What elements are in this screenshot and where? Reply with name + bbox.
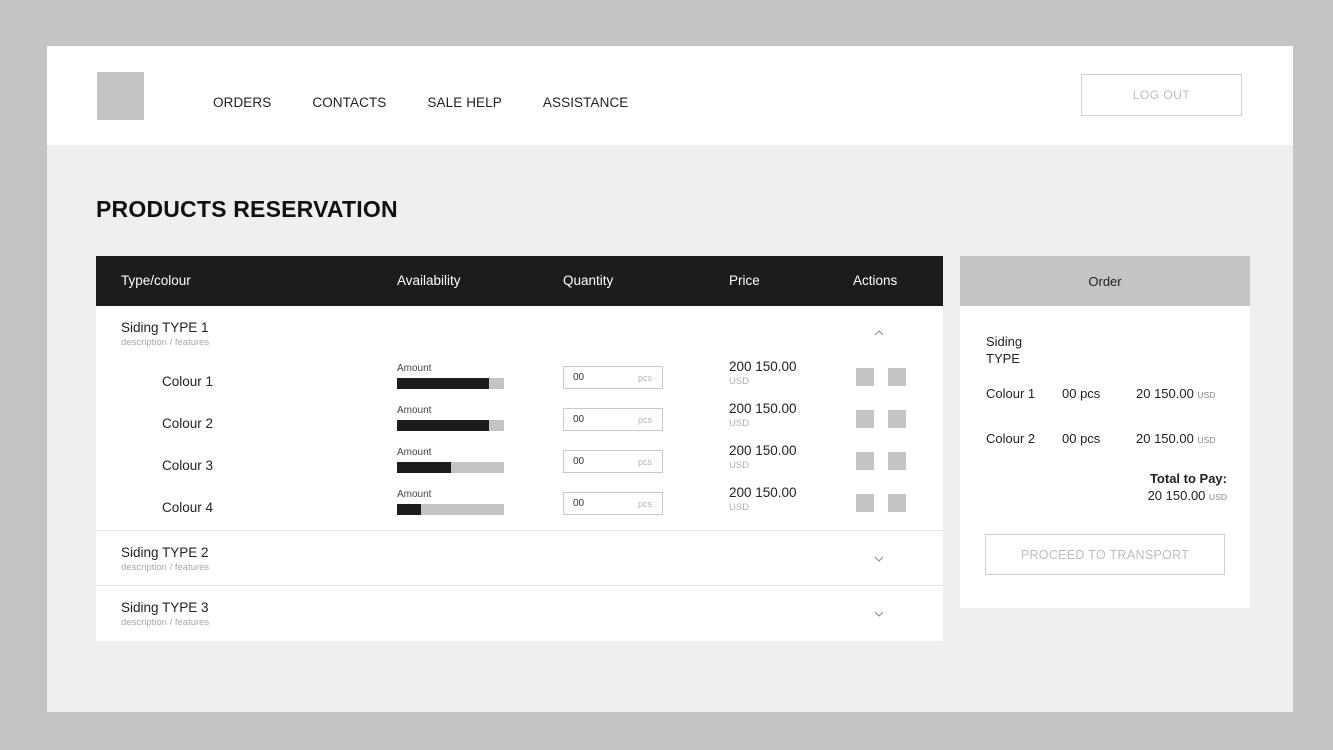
- amount-label: Amount: [397, 405, 432, 416]
- price-value: 200 150.00: [729, 359, 797, 374]
- quantity-unit: pcs: [637, 457, 652, 467]
- price-currency: USD: [729, 376, 750, 387]
- action-button-1[interactable]: [856, 368, 874, 386]
- availability-bar-fill: [397, 504, 421, 515]
- colour-name: Colour 1: [162, 374, 214, 389]
- proceed-to-transport-button[interactable]: PROCEED TO TRANSPORT: [985, 534, 1225, 575]
- quantity-value: 00: [573, 498, 585, 509]
- action-button-2[interactable]: [888, 368, 906, 386]
- total-value-wrap: 20 150.00 USD: [1148, 488, 1227, 503]
- chevron-down-icon[interactable]: [874, 611, 884, 617]
- order-line-pcs: 00 pcs: [1062, 386, 1101, 401]
- order-line-amount-wrap: 20 150.00 USD: [1136, 431, 1215, 446]
- colour-name: Colour 2: [162, 416, 214, 431]
- availability-bar-fill: [397, 420, 490, 431]
- group-description: description / features: [121, 562, 210, 573]
- top-bar: ORDERS CONTACTS SALE HELP ASSISTANCE LOG…: [47, 46, 1293, 145]
- order-summary: Order Siding TYPE Colour 1 00 pcs 20 150…: [960, 256, 1250, 608]
- action-button-2[interactable]: [888, 452, 906, 470]
- price-currency: USD: [729, 418, 750, 429]
- col-header-type: Type/colour: [121, 273, 191, 288]
- table-row: Colour 2 Amount 00 pcs 200 150.00 USD: [96, 401, 943, 447]
- table-body: Siding TYPE 1 description / features Col…: [96, 306, 943, 641]
- quantity-input[interactable]: 00 pcs: [563, 408, 663, 431]
- order-line-currency: USD: [1197, 390, 1216, 400]
- order-line-pcs: 00 pcs: [1062, 431, 1101, 446]
- group-title[interactable]: Siding TYPE 2: [121, 545, 209, 560]
- app-frame: ORDERS CONTACTS SALE HELP ASSISTANCE LOG…: [47, 46, 1293, 712]
- action-button-1[interactable]: [856, 410, 874, 428]
- order-line-colour: Colour 1: [986, 386, 1036, 401]
- order-line-amount: 20 150.00: [1136, 431, 1194, 446]
- price-currency: USD: [729, 460, 750, 471]
- price-value: 200 150.00: [729, 485, 797, 500]
- availability-bar: [397, 420, 504, 431]
- order-header: Order: [960, 256, 1250, 306]
- order-line-amount-wrap: 20 150.00 USD: [1136, 386, 1215, 401]
- action-button-2[interactable]: [888, 494, 906, 512]
- chevron-up-icon[interactable]: [874, 330, 884, 336]
- availability-bar-fill: [397, 462, 451, 473]
- quantity-unit: pcs: [637, 415, 652, 425]
- group-title[interactable]: Siding TYPE 3: [121, 600, 209, 615]
- product-group-type-3[interactable]: Siding TYPE 3 description / features: [96, 586, 943, 641]
- nav-item-contacts[interactable]: CONTACTS: [312, 95, 386, 110]
- total-label: Total to Pay:: [1149, 471, 1227, 486]
- availability-bar: [397, 504, 504, 515]
- page-title: PRODUCTS RESERVATION: [96, 196, 398, 222]
- quantity-input[interactable]: 00 pcs: [563, 366, 663, 389]
- group-description: description / features: [121, 337, 210, 348]
- total-currency: USD: [1209, 492, 1227, 502]
- action-button-1[interactable]: [856, 452, 874, 470]
- availability-bar-fill: [397, 378, 490, 389]
- col-header-price: Price: [729, 273, 760, 288]
- price-value: 200 150.00: [729, 443, 797, 458]
- nav-item-sale-help[interactable]: SALE HELP: [427, 95, 501, 110]
- col-header-quantity: Quantity: [563, 273, 614, 288]
- quantity-input[interactable]: 00 pcs: [563, 492, 663, 515]
- colour-name: Colour 3: [162, 458, 214, 473]
- col-header-actions: Actions: [853, 273, 898, 288]
- logo-placeholder[interactable]: [97, 72, 144, 120]
- quantity-input[interactable]: 00 pcs: [563, 450, 663, 473]
- action-button-1[interactable]: [856, 494, 874, 512]
- amount-label: Amount: [397, 489, 432, 500]
- amount-label: Amount: [397, 447, 432, 458]
- table-header: Type/colour Availability Quantity Price …: [96, 256, 943, 306]
- col-header-availability: Availability: [397, 273, 461, 288]
- main-nav: ORDERS CONTACTS SALE HELP ASSISTANCE: [213, 95, 669, 110]
- availability-bar: [397, 462, 504, 473]
- nav-item-assistance[interactable]: ASSISTANCE: [543, 95, 629, 110]
- chevron-down-icon[interactable]: [874, 556, 884, 562]
- price-value: 200 150.00: [729, 401, 797, 416]
- quantity-unit: pcs: [637, 499, 652, 509]
- price-currency: USD: [729, 502, 750, 513]
- total-value: 20 150.00: [1147, 488, 1206, 503]
- table-row: Colour 3 Amount 00 pcs 200 150.00 USD: [96, 443, 943, 489]
- order-line-colour: Colour 2: [986, 431, 1036, 446]
- logout-button[interactable]: LOG OUT: [1081, 74, 1242, 116]
- quantity-unit: pcs: [637, 373, 652, 383]
- order-type-label: Siding TYPE: [986, 334, 1023, 366]
- table-row: Colour 4 Amount 00 pcs 200 150.00 USD: [96, 485, 943, 531]
- quantity-value: 00: [573, 414, 585, 425]
- order-line-amount: 20 150.00: [1136, 386, 1194, 401]
- product-group-type-1: Siding TYPE 1 description / features Col…: [96, 306, 943, 531]
- quantity-value: 00: [573, 372, 585, 383]
- colour-name: Colour 4: [162, 500, 214, 515]
- table-row: Colour 1 Amount 00 pcs 200 150.00 USD: [96, 359, 943, 405]
- group-description: description / features: [121, 617, 210, 628]
- product-group-type-2[interactable]: Siding TYPE 2 description / features: [96, 531, 943, 586]
- action-button-2[interactable]: [888, 410, 906, 428]
- availability-bar: [397, 378, 504, 389]
- nav-item-orders[interactable]: ORDERS: [213, 95, 271, 110]
- quantity-value: 00: [573, 456, 585, 467]
- products-table: Type/colour Availability Quantity Price …: [96, 256, 943, 641]
- amount-label: Amount: [397, 363, 432, 374]
- group-title[interactable]: Siding TYPE 1: [121, 320, 209, 335]
- order-line-currency: USD: [1197, 435, 1216, 445]
